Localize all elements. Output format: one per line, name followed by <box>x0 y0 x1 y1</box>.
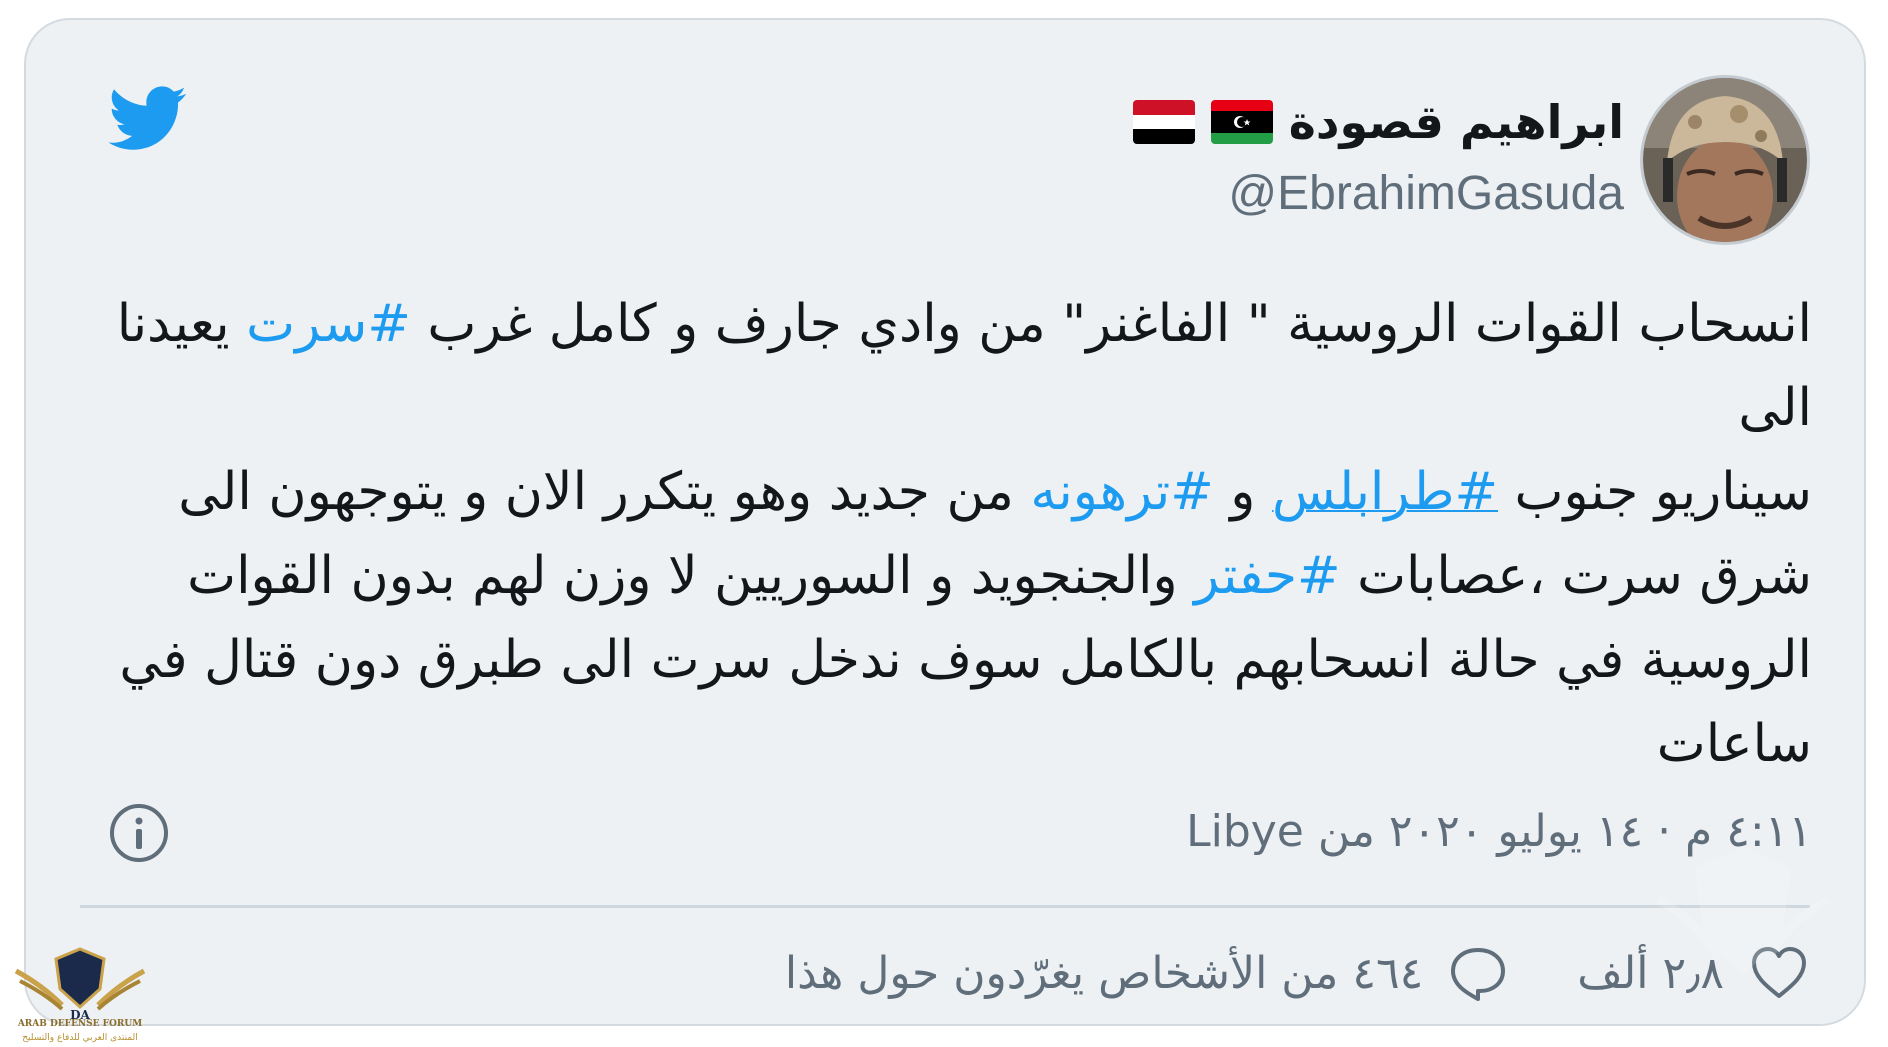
info-icon[interactable] <box>108 802 170 864</box>
tweet-card: ابراهيم قصودة @EbrahimGasuda انسحاب القو… <box>24 18 1866 1026</box>
avatar[interactable] <box>1640 75 1810 245</box>
tweet-text: انسحاب القوات الروسية " الفاغنر" من وادي… <box>72 282 1812 786</box>
hashtag-link[interactable]: #حفتر <box>1194 546 1340 606</box>
forum-logo-icon: DA <box>14 947 146 1022</box>
text-span: والجنجويد و السوريين لا وزن لهم بدون الق… <box>187 546 1195 606</box>
yemen-flag <box>1132 100 1195 144</box>
tweet-line: الروسية في حالة انسحابهم بالكامل سوف ندخ… <box>119 630 1812 690</box>
watermark-emblem <box>1656 846 1830 974</box>
profile-avatar <box>1643 78 1807 242</box>
discussion-link[interactable]: ٤٦٤ من الأشخاص يغرّدون حول هذا <box>785 948 1423 999</box>
tweet-line: سيناريو جنوب #طرابلس و #ترهونه من جديد و… <box>72 450 1812 534</box>
display-name[interactable]: ابراهيم قصودة <box>1289 92 1624 152</box>
hashtag-link[interactable]: #سرت <box>246 294 411 354</box>
forum-watermark: DA ARAB DEFENSE FORUM المنتدى العربي للد… <box>12 945 148 1045</box>
text-span: شرق سرت ،عصابات <box>1340 546 1812 606</box>
name-row: ابراهيم قصودة <box>1132 92 1624 152</box>
tweet-line: شرق سرت ،عصابات #حفتر والجنجويد و السوري… <box>72 534 1812 618</box>
tweet-line: ساعات <box>1656 714 1812 774</box>
text-span: سيناريو جنوب <box>1498 462 1812 522</box>
watermark-title: ARAB DEFENSE FORUM <box>17 1019 143 1029</box>
text-span: و <box>1213 462 1272 522</box>
chat-bubble-icon[interactable] <box>1447 944 1509 1002</box>
libya-flag <box>1210 100 1273 144</box>
text-span: من جديد وهو يتكرر الان و يتوجهون الى <box>178 462 1031 522</box>
user-handle[interactable]: @EbrahimGasuda <box>1228 166 1624 222</box>
tweet-line: الى <box>1738 378 1812 438</box>
hashtag-link[interactable]: #ترهونه <box>1030 462 1213 522</box>
text-span: يعيدنا <box>116 294 247 354</box>
hashtag-link[interactable]: #طرابلس <box>1272 462 1498 522</box>
text-span: انسحاب القوات الروسية " الفاغنر" من وادي… <box>410 294 1812 354</box>
watermark-subtitle: المنتدى العربي للدفاع والتسليح <box>22 1033 138 1043</box>
tweet-line: انسحاب القوات الروسية " الفاغنر" من وادي… <box>72 282 1812 366</box>
divider <box>80 905 1810 908</box>
twitter-bird-icon[interactable] <box>108 86 188 152</box>
